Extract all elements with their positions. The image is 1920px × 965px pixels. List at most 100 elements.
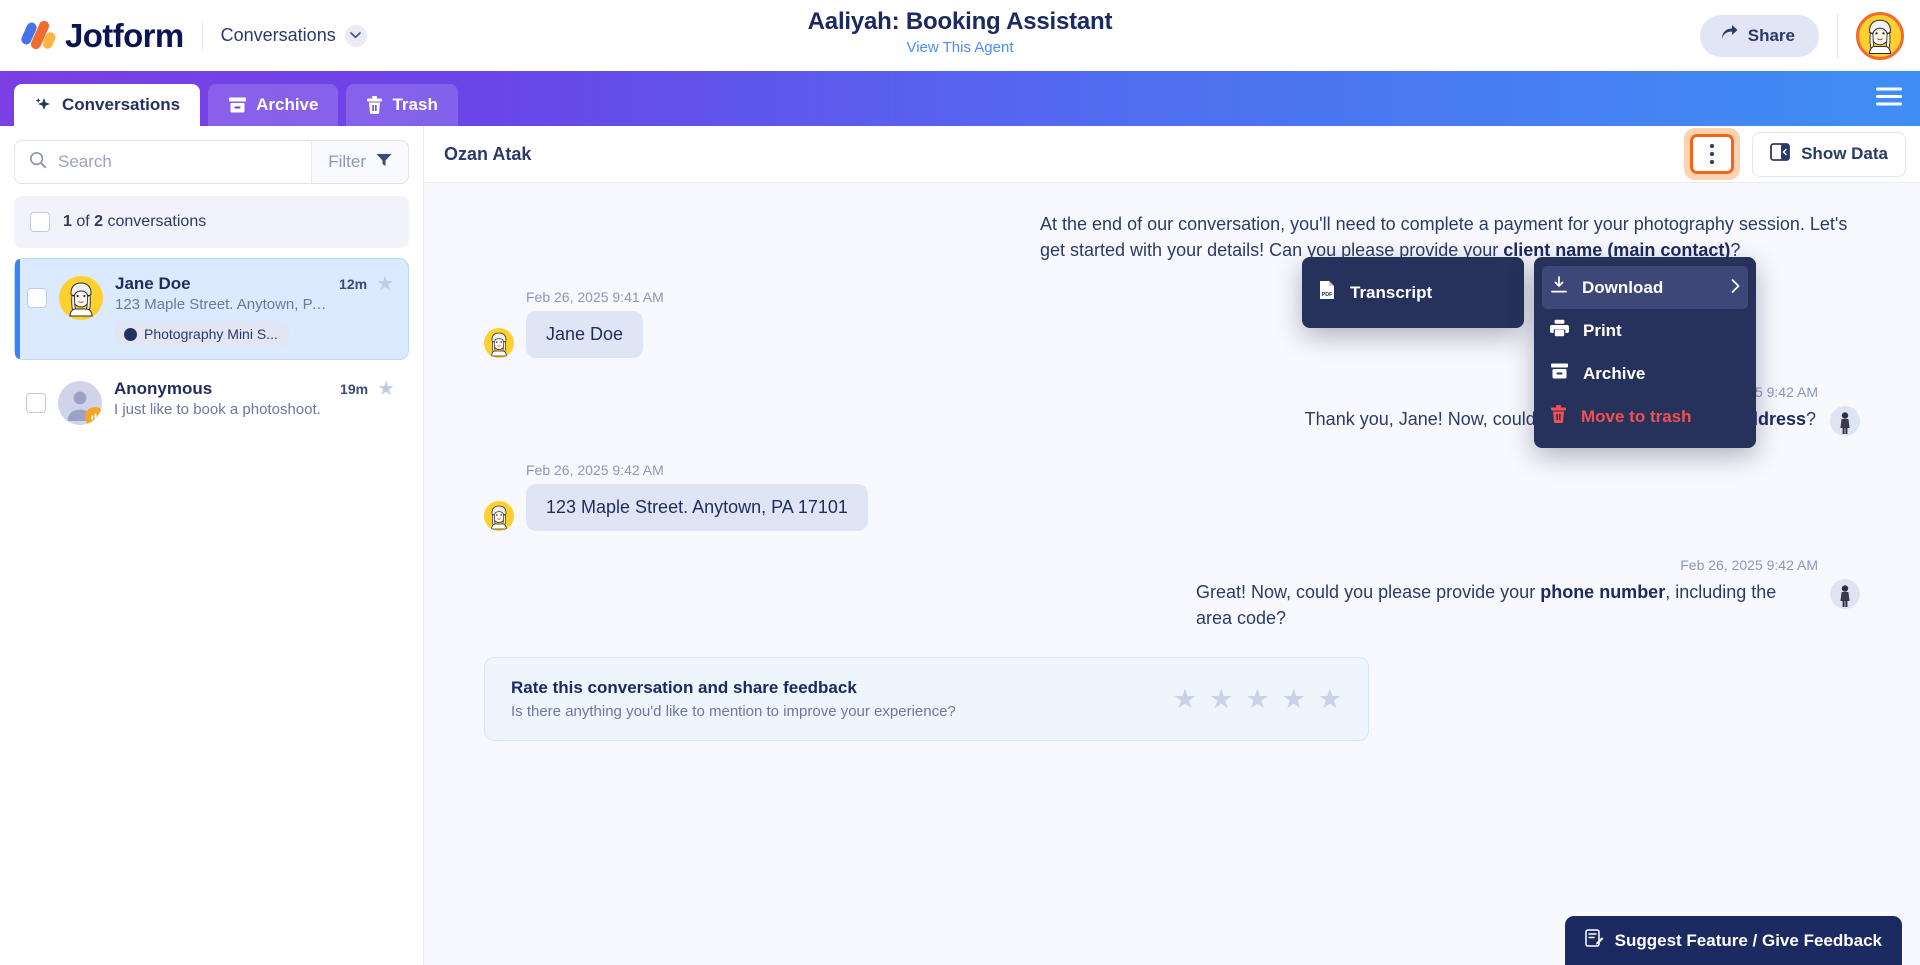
filter-icon: [376, 152, 392, 172]
menu-item-print[interactable]: Print: [1534, 309, 1756, 352]
conversation-owner-name: Ozan Atak: [444, 144, 531, 165]
suggest-feature-button[interactable]: Suggest Feature / Give Feedback: [1565, 916, 1902, 965]
list-item[interactable]: Anonymous I just like to book a photosho…: [14, 364, 409, 438]
list-item-meta: 19m ★: [340, 379, 395, 399]
app-window: Jotform Conversations Aaliyah: Booking A…: [0, 0, 1920, 965]
conversation-time: 12m: [339, 276, 367, 292]
message-timestamp: Feb 26, 2025 9:42 AM: [1196, 557, 1818, 573]
menu-toggle-icon[interactable]: [1876, 86, 1902, 111]
tab-trash[interactable]: Trash: [346, 84, 457, 126]
share-button[interactable]: Share: [1700, 15, 1819, 57]
rating-card: Rate this conversation and share feedbac…: [484, 657, 1369, 741]
audio-badge-icon: [85, 407, 102, 425]
agent-avatar: [1830, 579, 1860, 609]
avatar: [484, 328, 514, 358]
user-avatar[interactable]: [1856, 12, 1904, 60]
tab-trash-label: Trash: [392, 95, 437, 115]
more-options-button[interactable]: [1690, 134, 1734, 174]
star-icon[interactable]: ★: [1282, 686, 1306, 713]
message-bubble: 123 Maple Street. Anytown, PA 17101: [526, 484, 868, 531]
header-divider: [202, 21, 203, 51]
avatar: [59, 276, 103, 320]
message-text-part: Great! Now, could you please provide you…: [1196, 582, 1540, 602]
message-block: Feb 26, 2025 9:42 AM Great! Now, could y…: [1196, 557, 1860, 631]
feedback-form-icon: [1585, 929, 1604, 952]
conversation-count: 1 of 2 conversations: [63, 213, 206, 231]
filter-label: Filter: [328, 152, 366, 172]
printer-icon: [1550, 319, 1569, 342]
star-icon[interactable]: ★: [1173, 686, 1197, 713]
share-label: Share: [1748, 26, 1795, 46]
message-timestamp: Feb 26, 2025 9:42 AM: [526, 462, 868, 478]
archive-icon: [228, 96, 247, 114]
menu-item-archive-label: Archive: [1583, 364, 1645, 384]
conversation-tag[interactable]: Photography Mini S...: [115, 322, 289, 346]
suggest-feature-label: Suggest Feature / Give Feedback: [1615, 931, 1882, 951]
conversation-name: Jane Doe: [115, 274, 327, 294]
tab-conversations[interactable]: Conversations: [14, 84, 200, 126]
conversation-context-menu: Download Print Archive: [1534, 257, 1756, 448]
list-item[interactable]: Jane Doe 123 Maple Street. Anytown, PA 1…: [14, 258, 409, 360]
tag-dot-icon: [124, 328, 137, 341]
avatar: [484, 501, 514, 531]
conversation-preview: I just like to book a photoshoot.: [114, 401, 328, 418]
count-total: 2: [94, 213, 103, 230]
panel-icon: [1770, 143, 1790, 166]
tab-conversations-label: Conversations: [62, 95, 180, 115]
top-right-divider: [1837, 14, 1838, 58]
message-text-part: ?: [1806, 409, 1816, 429]
brand-area[interactable]: Jotform: [0, 17, 184, 55]
brand-wordmark: Jotform: [65, 17, 184, 55]
message-row: Feb 26, 2025 9:42 AM Great! Now, could y…: [484, 557, 1860, 631]
conversation-name: Anonymous: [114, 379, 328, 399]
breadcrumb[interactable]: Conversations: [221, 25, 367, 47]
bubble-line: Jane Doe: [484, 311, 664, 358]
message-text-bold: phone number: [1540, 582, 1665, 602]
star-icon[interactable]: ★: [377, 379, 395, 399]
tab-strip: Conversations Archive Trash: [0, 71, 1920, 126]
count-selected: 1: [63, 213, 72, 230]
svg-text:PDF: PDF: [1322, 292, 1333, 298]
message-timestamp: Feb 26, 2025 9:41 AM: [526, 289, 664, 305]
filter-button[interactable]: Filter: [311, 141, 408, 183]
chevron-right-icon: [1731, 278, 1740, 298]
tab-archive-label: Archive: [256, 95, 318, 115]
chevron-down-icon[interactable]: [345, 25, 367, 47]
conversation-panel-header: Ozan Atak Show Data: [424, 126, 1920, 183]
show-data-label: Show Data: [1801, 144, 1888, 164]
list-item-meta: 12m ★: [339, 274, 394, 294]
select-all-checkbox[interactable]: [30, 212, 50, 232]
search-input[interactable]: [58, 152, 311, 172]
menu-item-trash-label: Move to trash: [1581, 407, 1692, 427]
conversation-preview: 123 Maple Street. Anytown, PA 17101: [115, 296, 327, 313]
star-icon[interactable]: ★: [376, 274, 394, 294]
bubble-line: 123 Maple Street. Anytown, PA 17101: [484, 484, 868, 531]
conversation-sidebar: Filter 1 of 2 conversations: [0, 126, 424, 965]
view-agent-link[interactable]: View This Agent: [906, 39, 1013, 56]
trash-icon: [366, 96, 383, 115]
menu-item-move-to-trash[interactable]: Move to trash: [1534, 395, 1756, 439]
select-all-row[interactable]: 1 of 2 conversations: [14, 196, 409, 248]
conversation-checkbox[interactable]: [26, 393, 46, 413]
avatar: [58, 381, 102, 425]
star-icon[interactable]: ★: [1318, 686, 1342, 713]
menu-item-archive[interactable]: Archive: [1534, 352, 1756, 395]
star-icon[interactable]: ★: [1209, 686, 1233, 713]
conversation-checkbox[interactable]: [27, 288, 47, 308]
conversation-time: 19m: [340, 381, 368, 397]
message-row: At the end of our conversation, you'll n…: [484, 211, 1860, 263]
message-block: Feb 26, 2025 9:41 AM: [484, 289, 664, 358]
search-field-wrap[interactable]: [15, 141, 311, 183]
show-data-button[interactable]: Show Data: [1752, 132, 1906, 177]
star-icon[interactable]: ★: [1245, 686, 1269, 713]
submenu-item-transcript[interactable]: PDF Transcript: [1302, 270, 1524, 315]
rating-stars[interactable]: ★ ★ ★ ★ ★: [1173, 686, 1342, 713]
rating-card-subtitle: Is there anything you'd like to mention …: [511, 703, 956, 720]
rating-card-title: Rate this conversation and share feedbac…: [511, 678, 956, 698]
agent-avatar: [1830, 406, 1860, 436]
sparkles-icon: [34, 96, 53, 115]
message-block: Feb 26, 2025 9:42 AM: [484, 462, 868, 531]
tab-archive[interactable]: Archive: [208, 84, 338, 126]
menu-item-download[interactable]: Download: [1542, 266, 1748, 309]
message-text-part: At the end of our conversation, you'll n…: [1040, 214, 1634, 234]
